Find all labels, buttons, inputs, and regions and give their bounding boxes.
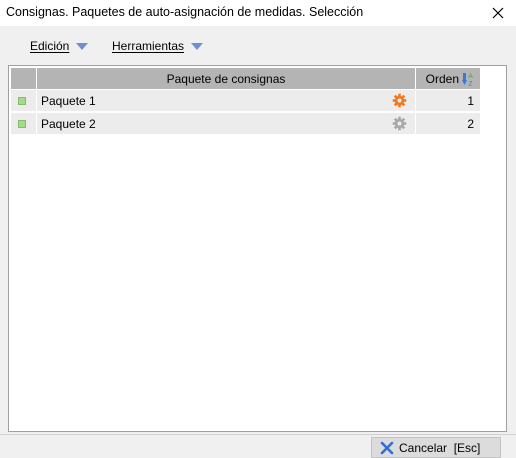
column-header-package-label: Paquete de consignas xyxy=(166,71,286,86)
row-marker xyxy=(18,97,26,105)
title-bar: Consignas. Paquetes de auto-asignación d… xyxy=(0,0,516,26)
dialog-footer: Cancelar [Esc] xyxy=(0,435,516,458)
row-selector-header xyxy=(11,68,36,89)
window-title: Consignas. Paquetes de auto-asignación d… xyxy=(6,5,364,19)
cancel-button[interactable]: Cancelar [Esc] xyxy=(371,437,501,458)
package-name: Paquete 1 xyxy=(41,94,96,108)
chevron-down-icon xyxy=(76,42,89,50)
table-row[interactable]: Paquete 1 1 xyxy=(11,90,480,111)
menu-herramientas-label: Herramientas xyxy=(112,39,185,53)
order-cell[interactable]: 2 xyxy=(416,113,480,134)
gear-icon[interactable] xyxy=(392,116,407,131)
order-value: 2 xyxy=(467,117,474,131)
svg-text:Z: Z xyxy=(469,80,473,87)
dialog-body: Edición Herramientas Paquete de consigna… xyxy=(0,26,516,434)
row-marker xyxy=(18,120,26,128)
cancel-x-icon xyxy=(380,441,394,455)
column-header-order-label: Orden xyxy=(425,71,459,86)
menu-edicion[interactable]: Edición xyxy=(30,38,89,54)
chevron-down-icon xyxy=(191,42,204,50)
column-header-package[interactable]: Paquete de consignas xyxy=(37,68,415,89)
order-value: 1 xyxy=(467,94,474,108)
package-cell[interactable]: Paquete 1 xyxy=(37,90,415,111)
menu-edicion-label: Edición xyxy=(30,39,70,53)
package-name: Paquete 2 xyxy=(41,117,96,131)
menu-bar: Edición Herramientas xyxy=(0,32,516,58)
close-button[interactable] xyxy=(484,1,512,25)
column-header-order[interactable]: Orden A Z xyxy=(416,68,480,89)
cancel-button-label: Cancelar [Esc] xyxy=(399,440,481,455)
sort-az-icon: A Z xyxy=(462,72,473,87)
close-icon xyxy=(492,7,504,19)
gear-icon[interactable] xyxy=(392,93,407,108)
svg-text:A: A xyxy=(468,73,473,80)
table-row[interactable]: Paquete 2 2 xyxy=(11,113,480,134)
package-cell[interactable]: Paquete 2 xyxy=(37,113,415,134)
row-selector[interactable] xyxy=(11,90,36,111)
row-selector[interactable] xyxy=(11,113,36,134)
menu-herramientas[interactable]: Herramientas xyxy=(112,38,204,54)
packages-grid: Paquete de consignas Orden A Z Paquete 1 xyxy=(8,65,507,432)
order-cell[interactable]: 1 xyxy=(416,90,480,111)
